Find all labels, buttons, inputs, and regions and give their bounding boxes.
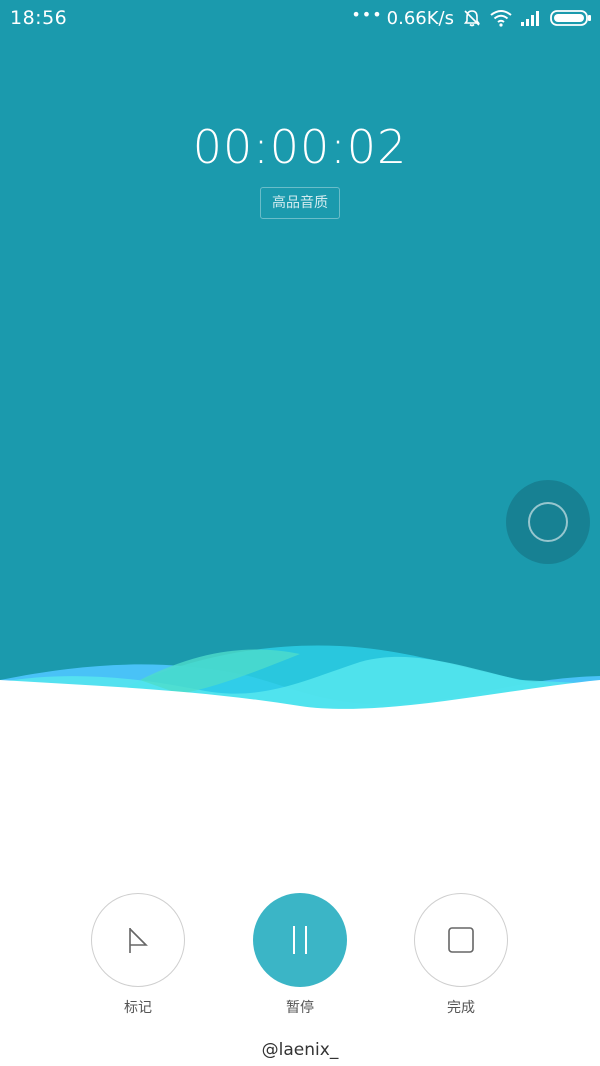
done-label: 完成	[447, 1000, 475, 1016]
pause-button[interactable]	[253, 893, 347, 987]
pause-label: 暂停	[286, 1000, 314, 1016]
done-control: 完成	[414, 893, 510, 1017]
wifi-icon	[490, 9, 512, 27]
status-bar: 18:56 ••• 0.66K/s	[0, 0, 600, 36]
floating-ball-icon	[528, 502, 568, 542]
recording-panel: 18:56 ••• 0.66K/s 00:00:02 高品音质	[0, 0, 600, 720]
signal-icon	[520, 9, 542, 27]
mark-label: 标记	[124, 1000, 152, 1016]
pause-control: 暂停	[253, 893, 349, 1017]
floating-ball-button[interactable]	[506, 480, 590, 564]
quality-badge[interactable]: 高品音质	[260, 187, 340, 219]
stop-icon	[448, 927, 474, 953]
battery-icon	[550, 9, 592, 27]
recording-timer: 00:00:02	[192, 120, 408, 174]
alarm-off-icon	[462, 8, 482, 28]
watermark-text: @laenix_	[261, 1040, 339, 1060]
status-indicators: ••• 0.66K/s	[351, 6, 592, 30]
more-notifications-indicator: •••	[351, 5, 383, 24]
mark-button[interactable]	[91, 893, 185, 987]
audio-wave-graphic	[0, 645, 600, 730]
mark-control: 标记	[91, 893, 187, 1017]
recorder-screen: 18:56 ••• 0.66K/s 00:00:02 高品音质 标记 暂停 完成…	[0, 0, 600, 1066]
network-speed: 0.66K/s	[386, 7, 454, 29]
flag-icon	[129, 928, 148, 953]
done-button[interactable]	[414, 893, 508, 987]
status-time: 18:56	[10, 7, 68, 29]
pause-icon	[293, 926, 307, 954]
